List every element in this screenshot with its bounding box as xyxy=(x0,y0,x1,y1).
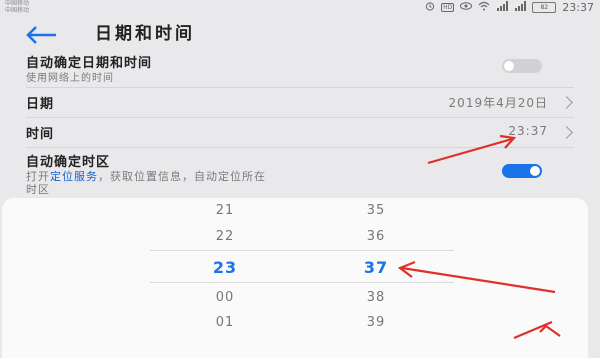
description-suffix: ，获取位置信息，自动定位所在 xyxy=(98,170,266,183)
time-label: 时间 xyxy=(26,127,55,142)
selection-bottom-line xyxy=(150,282,454,283)
location-service-link[interactable]: 定位服务 xyxy=(50,170,98,183)
auto-datetime-toggle[interactable] xyxy=(502,59,542,73)
status-bar: 中国移动 中国移动 HD 82 23:37 xyxy=(0,0,600,14)
selection-top-line xyxy=(150,250,454,251)
status-time: 23:37 xyxy=(562,0,594,14)
carrier-label: 中国移动 xyxy=(5,0,30,7)
hour-option[interactable]: 00 xyxy=(195,290,255,305)
divider xyxy=(26,147,574,148)
time-row[interactable]: 时间 23:37 xyxy=(0,120,600,146)
auto-timezone-toggle[interactable] xyxy=(502,164,542,178)
chevron-right-icon xyxy=(560,126,573,139)
eye-icon xyxy=(460,1,473,13)
divider xyxy=(26,87,574,88)
app-header: 日期和时间 xyxy=(0,14,600,54)
alarm-icon xyxy=(425,1,435,14)
auto-datetime-subtitle: 使用网络上的时间 xyxy=(26,73,114,84)
auto-timezone-description: 打开定位服务，获取位置信息，自动定位所在 xyxy=(26,168,266,184)
time-picker-dialog: 21 22 23 00 01 35 36 37 38 39 xyxy=(2,198,588,358)
time-value: 23:37 xyxy=(508,124,548,138)
date-row[interactable]: 日期 2019年4月20日 xyxy=(0,90,600,116)
hour-option[interactable]: 22 xyxy=(195,229,255,244)
signal-4g-icon xyxy=(514,0,527,14)
carrier-label: 中国移动 xyxy=(5,7,30,14)
hour-option[interactable]: 21 xyxy=(195,203,255,218)
selected-minute[interactable]: 37 xyxy=(346,258,406,277)
signal-icon xyxy=(496,0,509,14)
hd-icon: HD xyxy=(441,2,455,12)
minute-option[interactable]: 39 xyxy=(346,315,406,330)
selected-hour[interactable]: 23 xyxy=(195,258,255,277)
toggle-knob xyxy=(504,61,514,71)
hour-option[interactable]: 01 xyxy=(195,315,255,330)
status-icons: HD 82 23:37 xyxy=(425,0,594,14)
back-arrow-icon[interactable] xyxy=(24,24,60,46)
date-value: 2019年4月20日 xyxy=(448,96,548,110)
minute-option[interactable]: 35 xyxy=(346,203,406,218)
date-label: 日期 xyxy=(26,97,55,112)
wifi-icon xyxy=(478,1,490,14)
divider xyxy=(26,117,574,118)
minute-option[interactable]: 36 xyxy=(346,229,406,244)
auto-datetime-row[interactable]: 自动确定日期和时间 使用网络上的时间 xyxy=(0,52,600,86)
toggle-knob xyxy=(530,166,540,176)
battery-icon: 82 xyxy=(532,1,557,13)
chevron-right-icon xyxy=(560,96,573,109)
auto-timezone-row[interactable]: 自动确定时区 打开定位服务，获取位置信息，自动定位所在 时区 xyxy=(0,150,600,196)
page-title: 日期和时间 xyxy=(95,24,195,44)
auto-timezone-description-line2: 时区 xyxy=(26,183,50,196)
minute-option[interactable]: 38 xyxy=(346,290,406,305)
